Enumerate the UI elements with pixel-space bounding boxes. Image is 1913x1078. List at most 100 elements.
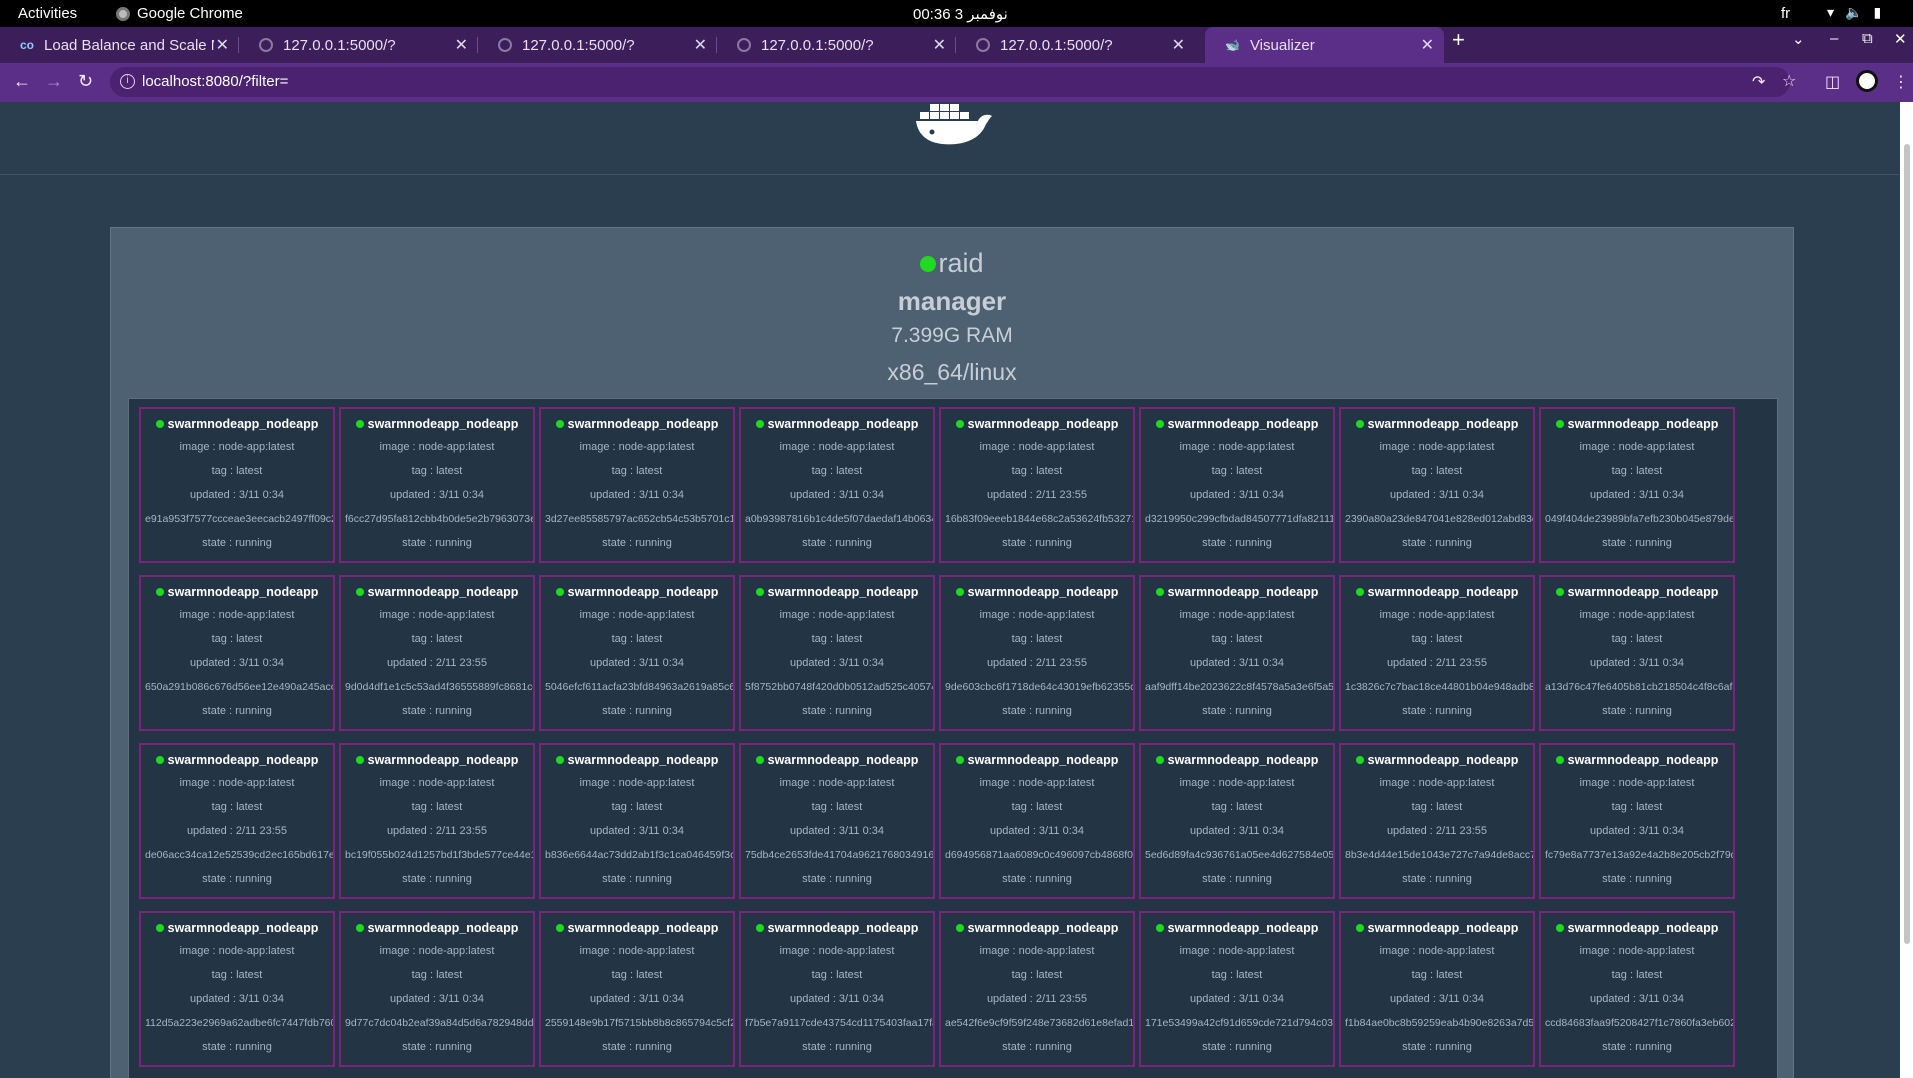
container-card[interactable]: swarmnodeapp_nodeapp image : node-app:lat…: [139, 407, 335, 563]
container-card[interactable]: swarmnodeapp_nodeapp image : node-app:lat…: [139, 911, 335, 1067]
container-id: 1c3826c7c7bac18ce44801b04e948adb86c: [1345, 681, 1535, 693]
container-card[interactable]: swarmnodeapp_nodeapp image : node-app:lat…: [539, 743, 735, 899]
system-tray[interactable]: ▾ 🔈 ▮: [1827, 4, 1881, 21]
container-tag: tag : latest: [411, 801, 463, 813]
browser-tab[interactable]: co Load Balance and Scale N ✕: [0, 27, 239, 63]
container-tag: tag : latest: [811, 801, 863, 813]
close-window-icon[interactable]: ✕: [1894, 30, 1907, 48]
container-card[interactable]: swarmnodeapp_nodeapp image : node-app:lat…: [1339, 911, 1535, 1067]
container-card[interactable]: swarmnodeapp_nodeapp image : node-app:lat…: [939, 407, 1135, 563]
browser-tab[interactable]: 127.0.0.1:5000/? ✕: [717, 27, 956, 63]
container-card[interactable]: swarmnodeapp_nodeapp image : node-app:lat…: [539, 575, 735, 731]
side-panel-icon[interactable]: ◫: [1825, 72, 1840, 92]
close-tab-icon[interactable]: ✕: [694, 35, 707, 55]
container-card[interactable]: swarmnodeapp_nodeapp image : node-app:lat…: [1339, 407, 1535, 563]
tab-strip: co Load Balance and Scale N ✕ 127.0.0.1:…: [0, 27, 1913, 63]
container-id: ae542f6e9cf9f59f248e73682d61e8efad13: [945, 1017, 1135, 1029]
container-card[interactable]: swarmnodeapp_nodeappimage : node-app:lat…: [1539, 743, 1735, 899]
container-card[interactable]: swarmnodeapp_nodeapp image : node-app:lat…: [339, 575, 535, 731]
container-status-icon: [355, 756, 364, 764]
new-tab-icon[interactable]: +: [1452, 27, 1465, 53]
tab-search-icon[interactable]: ⌄: [1792, 30, 1805, 48]
container-card[interactable]: swarmnodeapp_nodeapp image : node-app:lat…: [1539, 575, 1735, 731]
address-bar[interactable]: i localhost:8080/?filter= ↷ ☆: [110, 67, 1796, 97]
container-name-row: swarmnodeapp_nodeapp: [1541, 417, 1733, 431]
scrollbar-thumb[interactable]: [1904, 144, 1910, 944]
close-tab-icon[interactable]: ✕: [1421, 35, 1434, 55]
container-state: state : running: [1202, 705, 1272, 717]
container-card[interactable]: swarmnodeapp_nodeapp image : node-app:lat…: [739, 911, 935, 1067]
container-card[interactable]: swarmnodeapp_nodeapp image : node-app:lat…: [739, 407, 935, 563]
container-card[interactable]: swarmnodeapp_nodeapp image : node-app:lat…: [539, 407, 735, 563]
container-status-icon: [155, 756, 164, 764]
menu-kebab-icon[interactable]: ⋮: [1893, 72, 1909, 92]
container-card[interactable]: swarmnodeapp_nodeapp image : node-app:lat…: [139, 743, 335, 899]
container-id: b836e6644ac73dd2ab1f3c1ca046459f3c9: [545, 849, 735, 861]
restore-icon[interactable]: ⧉: [1862, 30, 1873, 47]
bookmark-star-icon[interactable]: ☆: [1782, 71, 1796, 91]
container-card[interactable]: swarmnodeapp_nodeapp image : node-app:lat…: [739, 743, 935, 899]
clock[interactable]: 00:36 3 نوفمبر: [913, 5, 1008, 23]
container-image: image : node-app:latest: [1579, 777, 1695, 789]
browser-tab[interactable]: 127.0.0.1:5000/? ✕: [956, 27, 1195, 63]
container-status-icon: [1555, 420, 1564, 428]
container-tag: tag : latest: [1611, 969, 1663, 981]
container-card[interactable]: swarmnodeapp_nodeapp image : node-app:lat…: [1139, 575, 1335, 731]
share-icon[interactable]: ↷: [1752, 72, 1765, 92]
container-card[interactable]: swarmnodeapp_nodeapp image : node-app:lat…: [939, 575, 1135, 731]
container-card[interactable]: swarmnodeapp_nodeapp image : node-app:lat…: [1139, 407, 1335, 563]
minimize-icon[interactable]: –: [1830, 30, 1838, 47]
container-card[interactable]: swarmnodeapp_nodeapp image : node-app:lat…: [1539, 407, 1735, 563]
container-tag: tag : latest: [211, 801, 263, 813]
close-tab-icon[interactable]: ✕: [455, 35, 468, 55]
browser-tab-active[interactable]: 🐋 Visualizer ✕: [1205, 27, 1444, 63]
forward-icon[interactable]: →: [45, 71, 63, 92]
container-state: state : running: [1002, 537, 1072, 549]
container-card[interactable]: swarmnodeapp_nodeapp image : node-app:lat…: [1539, 911, 1735, 1067]
container-status-icon: [1555, 588, 1564, 596]
app-menu[interactable]: Google Chrome: [116, 5, 243, 22]
profile-avatar[interactable]: [1856, 70, 1878, 92]
container-card[interactable]: swarmnodeapp_nodeapp image : node-app:lat…: [339, 743, 535, 899]
container-card[interactable]: swarmnodeapp_nodeapp image : node-app:lat…: [339, 407, 535, 563]
container-id: e91a953f7577ccceae3eecacb2497ff09c2e: [145, 513, 335, 525]
container-name: swarmnodeapp_nodeapp: [367, 585, 519, 599]
container-updated: updated : 3/11 0:34: [1590, 489, 1684, 501]
url-text[interactable]: localhost:8080/?filter=: [142, 73, 288, 90]
keyboard-layout-indicator[interactable]: fr: [1781, 5, 1790, 22]
container-updated: updated : 3/11 0:34: [790, 489, 884, 501]
page-scrollbar[interactable]: [1900, 102, 1913, 1078]
container-card[interactable]: swarmnodeapp_nodeapp image : node-app:lat…: [939, 911, 1135, 1067]
reload-icon[interactable]: ↻: [78, 71, 93, 92]
container-card[interactable]: swarmnodeapp_nodeapp image : node-app:lat…: [539, 911, 735, 1067]
container-card[interactable]: swarmnodeapp_nodeapp image : node-app:lat…: [1139, 911, 1335, 1067]
browser-tab[interactable]: 127.0.0.1:5000/? ✕: [239, 27, 478, 63]
container-name-row: swarmnodeapp_nodeapp: [1341, 417, 1533, 431]
container-card[interactable]: swarmnodeapp_nodeapp image : node-app:lat…: [939, 743, 1135, 899]
container-updated: updated : 3/11 0:34: [990, 825, 1084, 837]
container-card[interactable]: swarmnodeapp_nodeapp image : node-app:lat…: [739, 575, 935, 731]
container-card[interactable]: swarmnodeapp_nodeapp image : node-app:lat…: [1339, 575, 1535, 731]
container-tag: tag : latest: [411, 633, 463, 645]
container-name: swarmnodeapp_nodeapp: [967, 753, 1119, 767]
container-card[interactable]: swarmnodeapp_nodeapp image : node-app:lat…: [339, 911, 535, 1067]
close-tab-icon[interactable]: ✕: [216, 35, 229, 55]
container-card[interactable]: swarmnodeapp_nodeapp image : node-app:lat…: [1339, 743, 1535, 899]
container-card[interactable]: swarmnodeapp_nodeapp image : node-app:lat…: [1139, 743, 1335, 899]
container-id: 112d5a223e2969a62adbe6fc7447fdb760b: [145, 1017, 335, 1029]
back-icon[interactable]: ←: [13, 71, 31, 92]
tab-title: 127.0.0.1:5000/?: [522, 36, 635, 54]
container-tag: tag : latest: [1011, 969, 1063, 981]
close-tab-icon[interactable]: ✕: [933, 35, 946, 55]
close-tab-icon[interactable]: ✕: [1172, 35, 1185, 55]
container-status-icon: [1155, 588, 1164, 596]
site-info-icon[interactable]: i: [120, 74, 135, 89]
container-status-icon: [1355, 924, 1364, 932]
container-updated: updated : 3/11 0:34: [590, 657, 684, 669]
container-state: state : running: [402, 1041, 472, 1053]
container-state: state : running: [602, 1041, 672, 1053]
browser-tab[interactable]: 127.0.0.1:5000/? ✕: [478, 27, 717, 63]
container-name: swarmnodeapp_nodeapp: [1567, 753, 1719, 767]
activities-button[interactable]: Activities: [18, 5, 77, 22]
container-card[interactable]: swarmnodeapp_nodeapp image : node-app:lat…: [139, 575, 335, 731]
